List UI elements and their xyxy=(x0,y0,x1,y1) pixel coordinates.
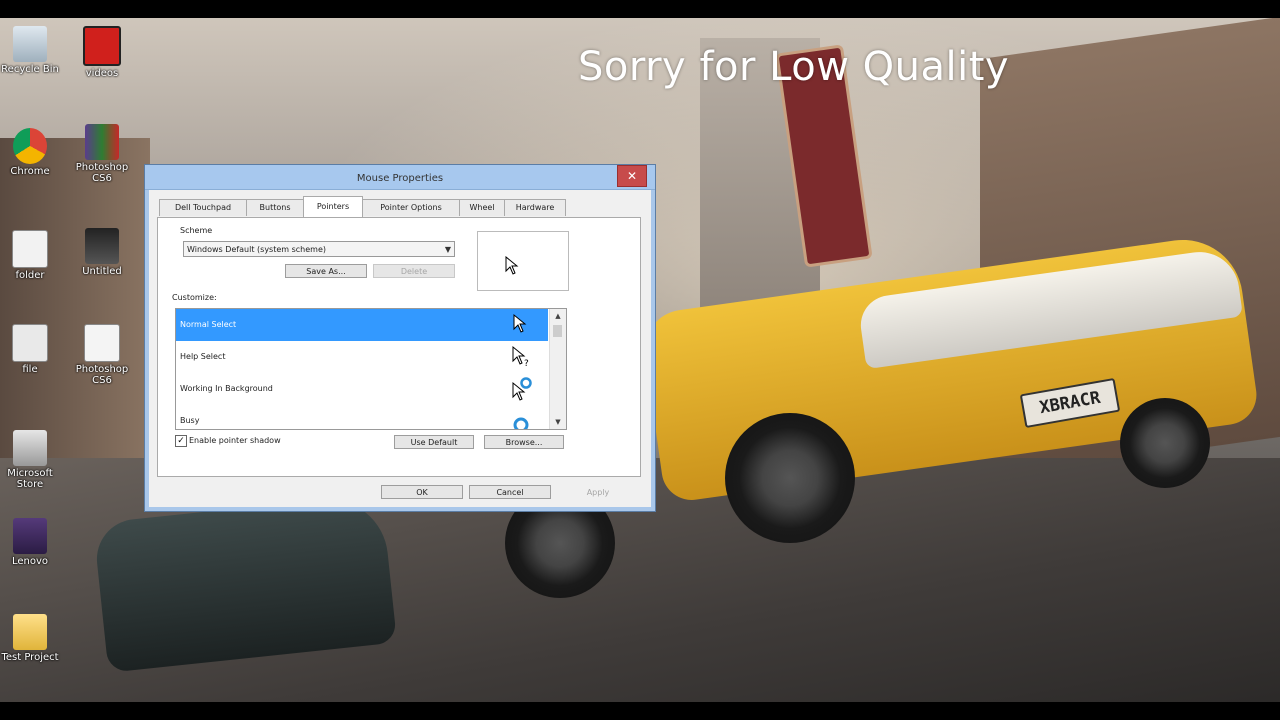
working-cursor-icon xyxy=(512,377,532,401)
arrow-cursor-icon xyxy=(505,256,519,275)
arrow-cursor-icon xyxy=(513,313,527,333)
desktop-icon-store[interactable]: Microsoft Store xyxy=(0,430,66,490)
desktop-icon-label: Photoshop CS6 xyxy=(75,364,129,386)
delete-button[interactable]: Delete xyxy=(373,264,455,278)
busy-cursor-icon xyxy=(513,417,529,429)
mouse-properties-dialog: Mouse Properties ✕ Dell Touchpad Buttons… xyxy=(144,164,656,512)
ok-button[interactable]: OK xyxy=(381,485,463,499)
tab-wheel[interactable]: Wheel xyxy=(459,199,505,216)
desktop-icon-photoshop[interactable]: Photoshop CS6 xyxy=(66,324,138,386)
desktop-icon-test-project[interactable]: Test Project xyxy=(0,614,66,663)
desktop-icon-label: Test Project xyxy=(1,652,59,663)
app-icon xyxy=(13,518,47,554)
recycle-bin-icon xyxy=(13,26,47,62)
list-item-busy[interactable]: Busy xyxy=(176,405,548,429)
list-item-help-select[interactable]: Help Select ? xyxy=(176,341,548,373)
desktop-icon-lenovo[interactable]: Lenovo xyxy=(0,518,66,567)
desktop-icon-label: Microsoft Store xyxy=(7,468,53,490)
scheme-value: Windows Default (system scheme) xyxy=(187,245,327,254)
desktop-icon-image[interactable]: Untitled xyxy=(66,228,138,277)
scheme-dropdown[interactable]: Windows Default (system scheme) ▼ xyxy=(183,241,455,257)
document-icon xyxy=(12,230,48,268)
store-icon xyxy=(13,430,47,466)
pointers-panel: Scheme Windows Default (system scheme) ▼… xyxy=(157,217,641,477)
list-item-label: Normal Select xyxy=(180,320,237,329)
desktop-icon-archive[interactable]: Photoshop CS6 xyxy=(66,124,138,184)
wallpaper-dark-car xyxy=(92,493,398,673)
desktop-icon-label: videos xyxy=(85,68,119,79)
list-item-label: Busy xyxy=(180,416,200,425)
enable-shadow-checkbox[interactable]: ✓ xyxy=(175,435,187,447)
apply-button[interactable]: Apply xyxy=(557,485,639,499)
folder-icon xyxy=(13,614,47,650)
desktop-icon-label: Untitled xyxy=(82,266,122,277)
desktop-icon-file[interactable]: file xyxy=(0,324,66,375)
cancel-button[interactable]: Cancel xyxy=(469,485,551,499)
pointer-list: Normal Select Help Select ? Working In B… xyxy=(175,308,567,430)
desktop-icon-folder[interactable]: folder xyxy=(0,230,66,281)
dialog-titlebar[interactable]: Mouse Properties ✕ xyxy=(145,165,655,190)
tab-buttons[interactable]: Buttons xyxy=(246,199,304,216)
wallpaper-wheel xyxy=(725,413,855,543)
browse-button[interactable]: Browse... xyxy=(484,435,564,449)
list-item-label: Working In Background xyxy=(180,384,273,393)
desktop-icon-label: folder xyxy=(15,270,45,281)
image-icon xyxy=(85,228,119,264)
document-icon xyxy=(12,324,48,362)
desktop-icon-videos[interactable]: videos xyxy=(66,26,138,79)
desktop-icon-recycle-bin[interactable]: Recycle Bin xyxy=(0,26,66,75)
scroll-thumb[interactable] xyxy=(553,325,562,337)
desktop-icon-label: Lenovo xyxy=(11,556,49,567)
chevron-down-icon: ▼ xyxy=(444,245,451,254)
tab-hardware[interactable]: Hardware xyxy=(504,199,566,216)
archive-icon xyxy=(85,124,119,160)
desktop-icon-label: file xyxy=(22,364,38,375)
scheme-label: Scheme xyxy=(180,226,213,235)
list-item-label: Help Select xyxy=(180,352,226,361)
help-cursor-icon: ? xyxy=(512,345,529,369)
chrome-icon xyxy=(13,128,47,164)
wallpaper-wheel xyxy=(1120,398,1210,488)
desktop: XBRACR Recycle Bin videos Chrome Photosh… xyxy=(0,18,1280,702)
svg-text:?: ? xyxy=(524,359,529,369)
video-file-icon xyxy=(83,26,121,66)
use-default-button[interactable]: Use Default xyxy=(394,435,474,449)
scroll-down-icon[interactable]: ▼ xyxy=(550,415,566,429)
desktop-icon-label: Photoshop CS6 xyxy=(75,162,129,184)
pointer-preview xyxy=(477,231,569,291)
close-button[interactable]: ✕ xyxy=(617,165,647,187)
desktop-icon-chrome[interactable]: Chrome xyxy=(0,128,66,177)
scroll-up-icon[interactable]: ▲ xyxy=(550,309,566,323)
tab-pointers[interactable]: Pointers xyxy=(303,196,363,217)
list-item-working-in-background[interactable]: Working In Background xyxy=(176,373,548,405)
save-as-button[interactable]: Save As... xyxy=(285,264,367,278)
tab-dell-touchpad[interactable]: Dell Touchpad xyxy=(159,199,247,216)
list-item-normal-select[interactable]: Normal Select xyxy=(176,309,548,341)
desktop-icon-label: Recycle Bin xyxy=(1,64,59,75)
dialog-title: Mouse Properties xyxy=(356,173,444,184)
document-icon xyxy=(84,324,120,362)
customize-label: Customize: xyxy=(172,293,217,302)
enable-shadow-label: Enable pointer shadow xyxy=(189,436,281,445)
watermark-text: Sorry for Low Quality xyxy=(578,44,1010,90)
list-scrollbar[interactable]: ▲ ▼ xyxy=(549,309,566,429)
desktop-icon-label: Chrome xyxy=(10,166,50,177)
tab-pointer-options[interactable]: Pointer Options xyxy=(362,199,460,216)
